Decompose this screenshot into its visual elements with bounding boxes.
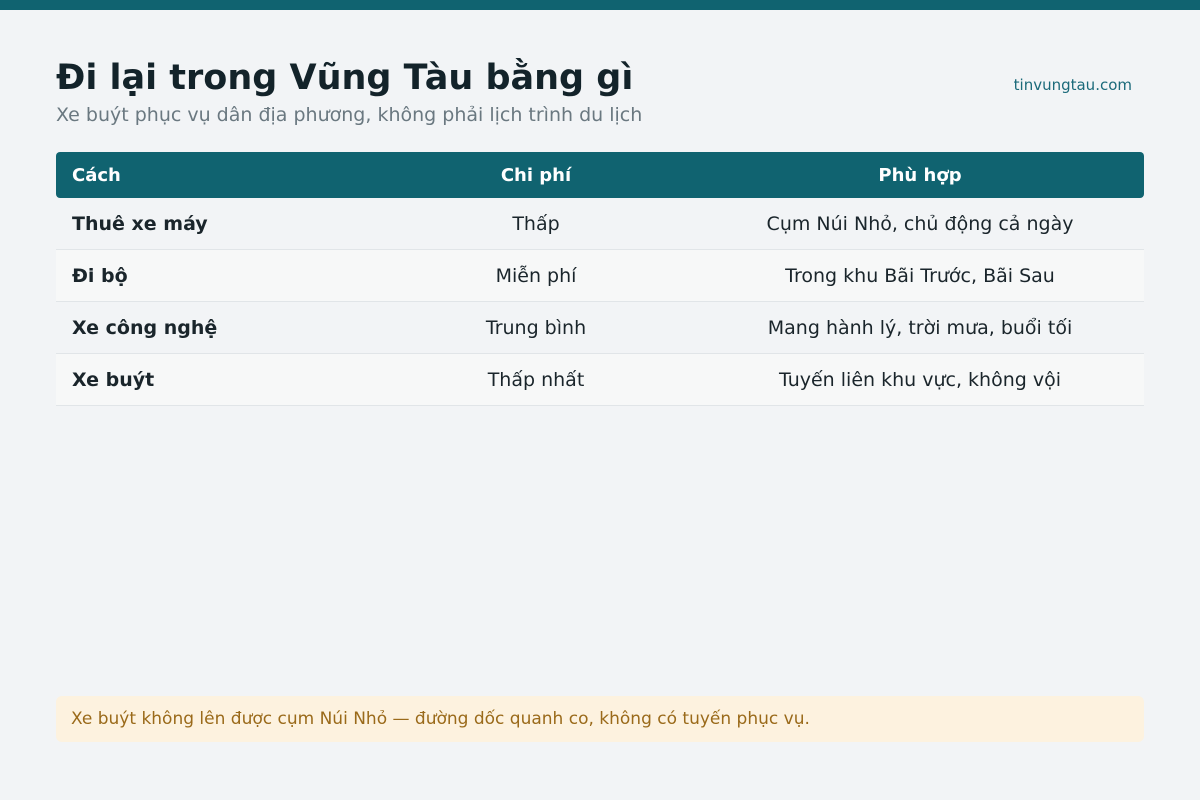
method-cell: Xe công nghệ xyxy=(72,316,218,339)
suitable-cell: Cụm Núi Nhỏ, chủ động cả ngày xyxy=(766,212,1074,235)
table-header: Cách Chi phí Phù hợp xyxy=(56,152,1144,198)
suitable-cell: Tuyến liên khu vực, không vội xyxy=(778,368,1061,391)
cost-cell: Trung bình xyxy=(485,316,587,339)
suitable-cell: Mang hành lý, trời mưa, buổi tối xyxy=(767,316,1073,339)
table-row: Xe công nghệ Trung bình Mang hành lý, tr… xyxy=(56,302,1144,354)
table-row: Xe buýt Thấp nhất Tuyến liên khu vực, kh… xyxy=(56,354,1144,406)
table-body: Thuê xe máy Thấp Cụm Núi Nhỏ, chủ động c… xyxy=(56,198,1144,406)
column-header-method: Cách xyxy=(72,164,121,186)
method-cell: Xe buýt xyxy=(72,368,155,391)
table-row: Đi bộ Miễn phí Trong khu Bãi Trước, Bãi … xyxy=(56,250,1144,302)
cost-cell: Thấp xyxy=(512,212,560,235)
page-title: Đi lại trong Vũng Tàu bằng gì xyxy=(56,58,634,98)
method-cell: Thuê xe máy xyxy=(72,212,208,235)
note-text: Xe buýt không lên được cụm Núi Nhỏ — đườ… xyxy=(71,709,810,729)
method-cell: Đi bộ xyxy=(72,264,128,287)
top-accent-bar xyxy=(0,0,1200,10)
site-link[interactable]: tinvungtau.com xyxy=(1014,75,1132,95)
page-subtitle: Xe buýt phục vụ dân địa phương, không ph… xyxy=(56,104,643,126)
bus-warning-note: Xe buýt không lên được cụm Núi Nhỏ — đườ… xyxy=(56,696,1144,742)
suitable-cell: Trong khu Bãi Trước, Bãi Sau xyxy=(785,264,1055,287)
cost-cell: Miễn phí xyxy=(495,264,577,287)
table-row: Thuê xe máy Thấp Cụm Núi Nhỏ, chủ động c… xyxy=(56,198,1144,250)
column-header-suitable: Phù hợp xyxy=(878,164,962,186)
cost-cell: Thấp nhất xyxy=(487,368,585,391)
transport-table: Cách Chi phí Phù hợp Thuê xe máy Thấp Cụ… xyxy=(56,152,1144,406)
column-header-cost: Chi phí xyxy=(500,164,572,186)
